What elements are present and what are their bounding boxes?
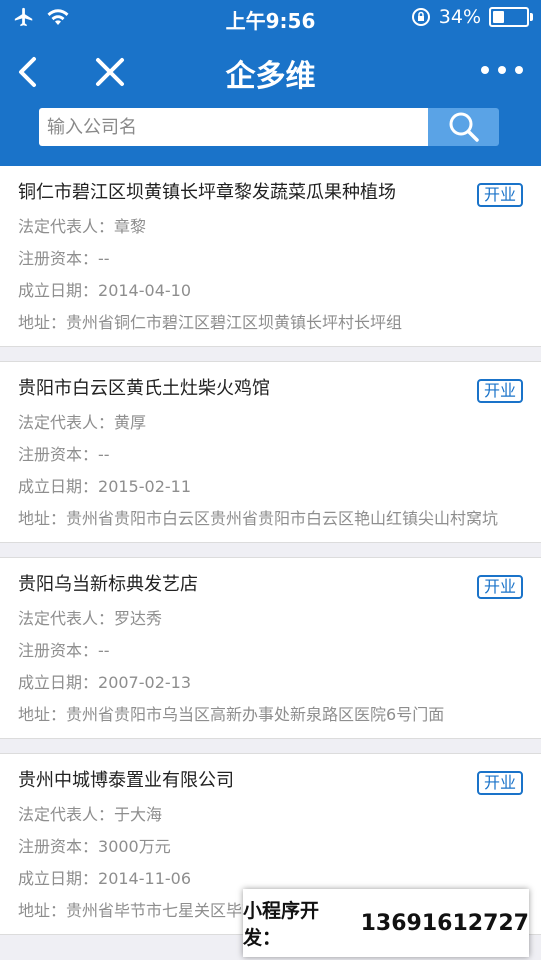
- more-dot: [481, 66, 489, 74]
- company-name: 贵阳乌当新标典发艺店: [18, 574, 198, 595]
- capital-row: 注册资本：3000万元: [18, 836, 523, 858]
- page-title: 企多维: [225, 59, 316, 94]
- address-label: 地址：: [18, 509, 67, 528]
- capital-label: 注册资本：: [18, 837, 99, 856]
- status-badge[interactable]: 开业: [476, 771, 523, 795]
- address-label: 地址：: [18, 705, 67, 724]
- legal-rep-label: 法定代表人：: [18, 413, 115, 432]
- search-button[interactable]: [428, 108, 499, 146]
- promo-label: 小程序开发：: [243, 900, 320, 949]
- founded-row: 成立日期：2014-04-10: [18, 280, 523, 302]
- battery-icon: [489, 7, 533, 27]
- search-input[interactable]: [39, 108, 428, 146]
- address-label: 地址：: [18, 901, 67, 920]
- battery-percent: 34%: [438, 6, 481, 28]
- legal-rep-label: 法定代表人：: [18, 609, 115, 628]
- founded-label: 成立日期：: [18, 477, 99, 496]
- address-row: 地址：贵州省贵阳市白云区贵州省贵阳市白云区艳山红镇尖山村窝坑: [18, 508, 523, 530]
- more-button[interactable]: [481, 66, 523, 74]
- capital-value: --: [98, 249, 110, 268]
- legal-rep-value: 于大海: [114, 805, 163, 824]
- capital-row: 注册资本：--: [18, 640, 523, 662]
- founded-value: 2014-04-10: [98, 281, 191, 300]
- capital-label: 注册资本：: [18, 249, 99, 268]
- capital-label: 注册资本：: [18, 641, 99, 660]
- promo-banner: 小程序开发： 13691612727: [243, 889, 529, 957]
- legal-rep-row: 法定代表人：于大海: [18, 804, 523, 826]
- founded-row: 成立日期：2007-02-13: [18, 672, 523, 694]
- founded-label: 成立日期：: [18, 673, 99, 692]
- capital-row: 注册资本：--: [18, 248, 523, 270]
- capital-value: 3000万元: [98, 837, 171, 856]
- nav-bar: 企多维: [0, 36, 541, 166]
- more-dot: [515, 66, 523, 74]
- more-dot: [498, 66, 506, 74]
- founded-value: 2015-02-11: [98, 477, 191, 496]
- search-icon: [449, 112, 479, 142]
- legal-rep-row: 法定代表人：黄厚: [18, 412, 523, 434]
- search-bar: [39, 108, 499, 146]
- legal-rep-value: 黄厚: [114, 413, 147, 432]
- address-row: 地址：贵州省贵阳市乌当区高新办事处新泉路区医院6号门面: [18, 704, 523, 726]
- founded-value: 2007-02-13: [98, 673, 191, 692]
- founded-label: 成立日期：: [18, 869, 99, 888]
- capital-value: --: [98, 445, 110, 464]
- legal-rep-row: 法定代表人：章黎: [18, 216, 523, 238]
- company-name: 贵阳市白云区黄氏土灶柴火鸡馆: [18, 378, 270, 399]
- legal-rep-row: 法定代表人：罗达秀: [18, 608, 523, 630]
- status-bar: 上午9:56 34%: [0, 0, 541, 36]
- address-value: 贵州省贵阳市白云区贵州省贵阳市白云区艳山红镇尖山村窝坑: [66, 509, 499, 528]
- address-value: 贵州省贵阳市乌当区高新办事处新泉路区医院6号门面: [66, 705, 445, 724]
- list-item[interactable]: 铜仁市碧江区坝黄镇长坪章黎发蔬菜瓜果种植场 开业 法定代表人：章黎 注册资本：-…: [0, 166, 541, 347]
- address-value: 贵州省铜仁市碧江区碧江区坝黄镇长坪村长坪组: [66, 313, 403, 332]
- list-item[interactable]: 贵阳市白云区黄氏土灶柴火鸡馆 开业 法定代表人：黄厚 注册资本：-- 成立日期：…: [0, 361, 541, 543]
- founded-row: 成立日期：2015-02-11: [18, 476, 523, 498]
- address-row: 地址：贵州省铜仁市碧江区碧江区坝黄镇长坪村长坪组: [18, 312, 523, 334]
- capital-label: 注册资本：: [18, 445, 99, 464]
- promo-phone: 13691612727: [360, 910, 529, 936]
- status-badge[interactable]: 开业: [476, 183, 523, 207]
- rotation-lock-icon: [411, 8, 430, 26]
- legal-rep-label: 法定代表人：: [18, 805, 115, 824]
- company-name: 铜仁市碧江区坝黄镇长坪章黎发蔬菜瓜果种植场: [18, 182, 396, 203]
- legal-rep-value: 章黎: [114, 217, 147, 236]
- founded-value: 2014-11-06: [98, 869, 191, 888]
- status-badge[interactable]: 开业: [476, 379, 523, 403]
- legal-rep-label: 法定代表人：: [18, 217, 115, 236]
- list-item[interactable]: 贵阳乌当新标典发艺店 开业 法定代表人：罗达秀 注册资本：-- 成立日期：200…: [0, 557, 541, 739]
- capital-value: --: [98, 641, 110, 660]
- address-label: 地址：: [18, 313, 67, 332]
- status-badge[interactable]: 开业: [476, 575, 523, 599]
- company-list: 铜仁市碧江区坝黄镇长坪章黎发蔬菜瓜果种植场 开业 法定代表人：章黎 注册资本：-…: [0, 166, 541, 949]
- capital-row: 注册资本：--: [18, 444, 523, 466]
- company-name: 贵州中城博泰置业有限公司: [18, 770, 234, 791]
- founded-label: 成立日期：: [18, 281, 99, 300]
- status-right: 34%: [411, 6, 533, 28]
- founded-row: 成立日期：2014-11-06: [18, 868, 523, 890]
- legal-rep-value: 罗达秀: [114, 609, 163, 628]
